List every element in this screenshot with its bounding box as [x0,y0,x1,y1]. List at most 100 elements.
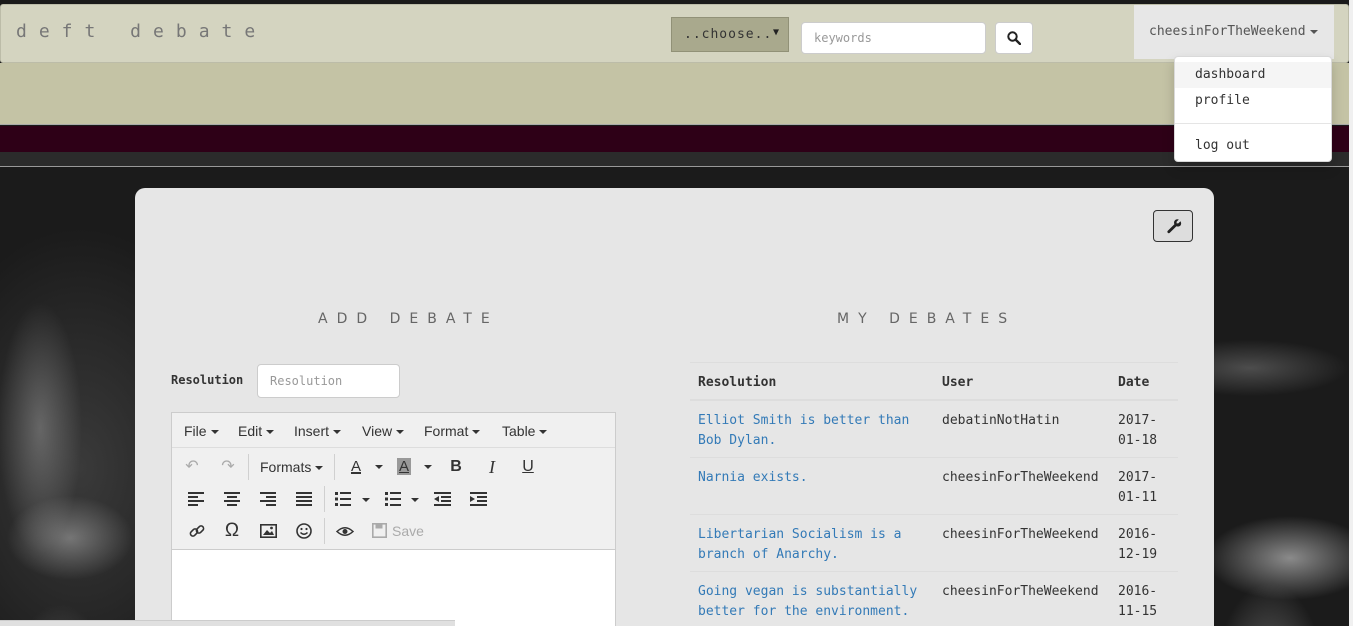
toolbar-divider [324,518,325,544]
table-row: Narnia exists. cheesinForTheWeekend 2017… [690,458,1178,515]
chevron-down-icon [210,430,219,435]
horizontal-scrollbar[interactable] [0,620,455,626]
table-row: Going vegan is substantially better for … [690,572,1178,626]
align-right-icon[interactable] [260,492,276,506]
column-header-date: Date [1118,375,1150,390]
dark-bar [0,152,1349,167]
formats-label: Formats [260,459,312,475]
toolbar-divider [334,454,335,480]
chevron-down-icon [333,430,342,435]
resolution-label: Resolution [171,373,244,387]
chevron-down-icon [396,430,405,435]
menu-file[interactable]: File [184,423,219,439]
menu-format[interactable]: Format [424,423,481,439]
debate-date: 2017-01-18 [1118,413,1158,448]
chevron-down-icon [1310,30,1318,34]
editor-content-area[interactable] [172,549,615,626]
italic-icon[interactable]: I [480,455,504,479]
preview-eye-icon[interactable] [336,526,354,537]
brand-logo[interactable]: deft debate [16,21,267,42]
menu-view[interactable]: View [362,423,405,439]
menu-edit[interactable]: Edit [238,423,275,439]
rich-text-editor: File Edit Insert View Format Table ↶ ↷ F… [171,412,616,626]
debate-resolution-link[interactable]: Going vegan is substantially better for … [698,582,928,622]
chevron-down-icon[interactable] [411,498,419,502]
text-color-icon[interactable]: A [344,455,368,479]
debate-user: debatinNotHatin [942,413,1060,428]
category-select-value: ..choose.. [684,27,773,42]
my-debates-title: MY DEBATES [837,311,1017,327]
navbar: deft debate ..choose.. ▼ cheesinForTheWe… [0,4,1349,63]
indent-icon[interactable] [470,492,487,506]
align-justify-icon[interactable] [296,492,312,506]
chevron-down-icon[interactable] [424,465,432,469]
image-icon[interactable] [260,524,277,538]
chevron-down-icon [315,466,324,471]
add-debate-title: ADD DEBATE [318,311,499,327]
debate-user: cheesinForTheWeekend [942,584,1099,599]
header-band [0,63,1349,125]
align-center-icon[interactable] [224,492,240,506]
save-label: Save [392,523,424,539]
underline-icon[interactable]: U [516,455,540,479]
username-label: cheesinForTheWeekend [1149,24,1306,39]
debate-user: cheesinForTheWeekend [942,470,1099,485]
chevron-down-icon[interactable] [375,465,383,469]
maroon-bar [0,126,1349,152]
column-header-user: User [942,375,974,390]
my-debates-table: Resolution User Date Elliot Smith is bet… [690,362,1178,626]
user-dropdown-menu: dashboard profile log out [1174,56,1332,162]
table-header: Resolution User Date [690,363,1178,401]
formats-dropdown[interactable]: Formats [260,459,324,475]
debate-user: cheesinForTheWeekend [942,527,1099,542]
right-gutter [1349,0,1353,626]
menu-file-label: File [184,423,207,439]
save-button[interactable]: Save [372,523,424,539]
keywords-input[interactable] [801,22,986,54]
dropdown-divider [1175,123,1331,124]
debate-date: 2016-12-19 [1118,527,1158,562]
table-row: Elliot Smith is better than Bob Dylan. d… [690,401,1178,458]
toolbar-divider [248,454,249,480]
debate-date: 2017-01-11 [1118,470,1158,505]
numbered-list-icon[interactable] [385,492,401,506]
bullet-list-icon[interactable] [335,492,351,506]
outdent-icon[interactable] [434,492,451,506]
dropdown-item-logout[interactable]: log out [1175,133,1331,159]
align-left-icon[interactable] [188,492,204,506]
debate-resolution-link[interactable]: Libertarian Socialism is a branch of Ana… [698,525,928,565]
menu-edit-label: Edit [238,423,263,439]
menu-insert-label: Insert [294,423,330,439]
emoticon-icon[interactable] [296,523,312,539]
special-character-icon[interactable]: Ω [220,519,244,543]
resolution-input[interactable] [257,364,400,398]
column-header-resolution: Resolution [698,375,777,390]
background-color-icon[interactable]: A [392,455,416,479]
debate-resolution-link[interactable]: Narnia exists. [698,468,928,488]
menu-insert[interactable]: Insert [294,423,342,439]
redo-icon[interactable]: ↷ [216,455,240,479]
debate-date: 2016-11-15 [1118,584,1158,619]
settings-button[interactable] [1153,210,1193,242]
dropdown-item-dashboard[interactable]: dashboard [1175,62,1331,88]
chevron-down-icon [539,430,548,435]
search-button[interactable] [995,22,1033,54]
wrench-icon [1167,219,1182,234]
menu-format-label: Format [424,423,469,439]
menu-view-label: View [362,423,393,439]
chevron-down-icon[interactable] [362,498,370,502]
menu-table[interactable]: Table [502,423,548,439]
toolbar-divider [324,486,325,512]
menu-table-label: Table [502,423,536,439]
debate-resolution-link[interactable]: Elliot Smith is better than Bob Dylan. [698,411,928,451]
save-icon [372,523,387,538]
chevron-down-icon [266,430,275,435]
chevron-down-icon [472,430,481,435]
user-menu-toggle[interactable]: cheesinForTheWeekend [1134,5,1334,59]
dropdown-item-profile[interactable]: profile [1175,88,1331,114]
undo-icon[interactable]: ↶ [180,455,204,479]
bold-icon[interactable]: B [444,455,468,479]
category-select[interactable]: ..choose.. ▼ [671,17,789,52]
link-icon[interactable] [189,523,205,539]
editor-menubar: File Edit Insert View Format Table [172,413,615,448]
